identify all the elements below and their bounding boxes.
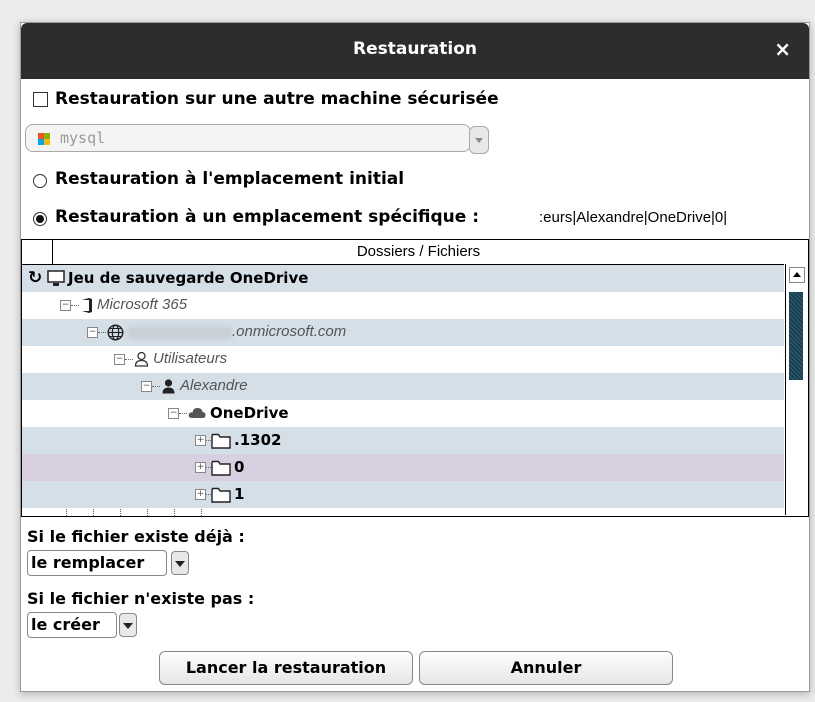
restore-dialog: Restauration × Restauration sur une autr… bbox=[20, 22, 810, 692]
tree-row-users[interactable]: − Utilisateurs bbox=[22, 346, 784, 373]
existing-file-label: Si le fichier existe déjà : bbox=[27, 527, 245, 546]
existing-file-select[interactable]: le remplacer bbox=[27, 550, 167, 576]
file-tree[interactable]: Dossiers / Fichiers ↻ Jeu de sauvegarde … bbox=[21, 239, 809, 517]
missing-file-label: Si le fichier n'existe pas : bbox=[27, 589, 255, 608]
other-machine-checkbox[interactable] bbox=[33, 92, 48, 107]
tree-row-label: Alexandre bbox=[180, 377, 248, 394]
tree-connector bbox=[152, 386, 160, 387]
computer-icon bbox=[47, 270, 65, 286]
tree-column-header: Dossiers / Fichiers bbox=[356, 243, 481, 260]
tree-row-backup-set[interactable]: ↻ Jeu de sauvegarde OneDrive bbox=[22, 265, 784, 292]
missing-file-dropdown-button[interactable] bbox=[119, 613, 137, 637]
collapse-icon[interactable]: − bbox=[87, 327, 98, 338]
tree-row-label: 0 bbox=[234, 458, 245, 476]
missing-file-select[interactable]: le créer bbox=[27, 612, 117, 638]
tree-row-label: OneDrive bbox=[210, 404, 289, 422]
machine-select[interactable]: mysql bbox=[25, 124, 471, 152]
windows-icon bbox=[38, 133, 50, 145]
tree-row-label: .1302 bbox=[234, 431, 282, 449]
tree-row-onedrive[interactable]: − OneDrive bbox=[22, 400, 784, 427]
tree-row-tenant[interactable]: − .onmicrosoft.com bbox=[22, 319, 784, 346]
redacted-tenant-name bbox=[128, 326, 232, 339]
cloud-icon bbox=[188, 408, 206, 418]
expand-icon[interactable]: + bbox=[195, 435, 206, 446]
expand-icon[interactable]: + bbox=[195, 489, 206, 500]
other-machine-label: Restauration sur une autre machine sécur… bbox=[55, 89, 499, 109]
machine-select-value: mysql bbox=[60, 129, 106, 147]
user-icon bbox=[162, 379, 175, 394]
office-icon bbox=[82, 298, 92, 313]
tree-row-label: Jeu de sauvegarde OneDrive bbox=[68, 269, 309, 287]
scrollbar-thumb[interactable] bbox=[789, 292, 803, 380]
tree-row-label: 1 bbox=[234, 485, 245, 503]
start-restore-button[interactable]: Lancer la restauration bbox=[159, 651, 413, 685]
tree-connector bbox=[179, 413, 187, 414]
tree-row-label: .onmicrosoft.com bbox=[232, 323, 347, 340]
tree-row-label: Microsoft 365 bbox=[97, 296, 188, 313]
existing-file-dropdown-button[interactable] bbox=[171, 551, 189, 575]
tree-header: Dossiers / Fichiers bbox=[22, 240, 784, 265]
specific-location-path: :eurs|Alexandre|OneDrive|0| bbox=[539, 209, 728, 226]
collapse-icon[interactable]: − bbox=[114, 354, 125, 365]
initial-location-label: Restauration à l'emplacement initial bbox=[55, 169, 405, 189]
tree-connector bbox=[71, 305, 79, 306]
dialog-title: Restauration bbox=[352, 39, 478, 59]
globe-icon bbox=[107, 324, 124, 341]
cancel-button[interactable]: Annuler bbox=[419, 651, 673, 685]
collapse-icon[interactable]: − bbox=[141, 381, 152, 392]
collapse-icon[interactable]: − bbox=[60, 300, 71, 311]
tree-row-folder-1[interactable]: + 1 bbox=[22, 481, 784, 508]
close-icon[interactable]: × bbox=[774, 37, 791, 61]
scroll-up-icon[interactable] bbox=[789, 267, 805, 283]
folder-icon bbox=[211, 460, 231, 476]
tree-row-folder-0[interactable]: + 0 bbox=[22, 454, 784, 481]
tree-row-microsoft-365[interactable]: − Microsoft 365 bbox=[22, 292, 784, 319]
tree-row-user-alexandre[interactable]: − Alexandre bbox=[22, 373, 784, 400]
tree-connector bbox=[125, 359, 133, 360]
specific-location-label: Restauration à un emplacement spécifique… bbox=[55, 207, 480, 227]
tree-header-corner bbox=[22, 240, 53, 264]
machine-select-dropdown-button[interactable] bbox=[469, 126, 489, 154]
refresh-icon[interactable]: ↻ bbox=[28, 268, 42, 288]
missing-file-value: le créer bbox=[31, 615, 100, 634]
tree-row-folder-1302[interactable]: + .1302 bbox=[22, 427, 784, 454]
users-icon bbox=[134, 351, 149, 367]
folder-icon bbox=[211, 433, 231, 449]
folder-icon bbox=[211, 487, 231, 503]
expand-icon[interactable]: + bbox=[195, 462, 206, 473]
existing-file-value: le remplacer bbox=[31, 553, 145, 572]
tree-row-label: Utilisateurs bbox=[153, 350, 228, 367]
tree-connector bbox=[98, 332, 106, 333]
title-bar: Restauration × bbox=[21, 23, 809, 79]
specific-location-radio[interactable] bbox=[33, 212, 47, 226]
collapse-icon[interactable]: − bbox=[168, 408, 179, 419]
initial-location-radio[interactable] bbox=[33, 174, 47, 188]
tree-vertical-scrollbar[interactable] bbox=[785, 264, 807, 515]
